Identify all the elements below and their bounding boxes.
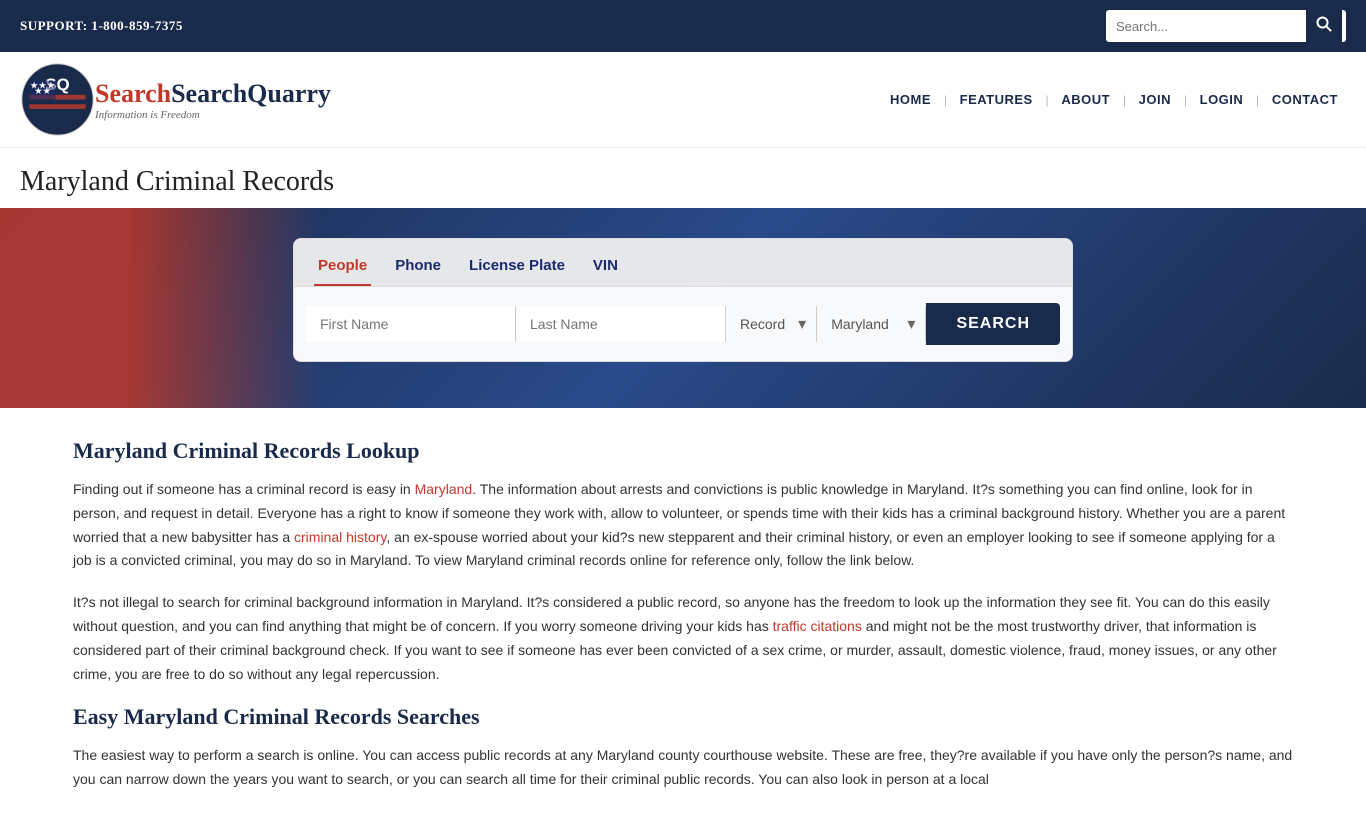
nav-divider-2: | (1046, 92, 1049, 108)
banner-flag-bg (0, 208, 320, 408)
nav-divider-3: | (1123, 92, 1126, 108)
nav-bar: SQ ★★ ★★★ SearchSearchQuarry Information… (0, 52, 1366, 148)
tab-people[interactable]: People (314, 251, 371, 286)
nav-contact[interactable]: CONTACT (1264, 87, 1346, 112)
logo-text: SearchSearchQuarry Information is Freedo… (95, 79, 331, 121)
nav-login[interactable]: LOGIN (1192, 87, 1252, 112)
top-search-bar[interactable] (1106, 10, 1346, 42)
search-tabs: People Phone License Plate VIN (293, 238, 1073, 286)
criminal-history-link[interactable]: criminal history (294, 529, 386, 545)
section2-title: Easy Maryland Criminal Records Searches (73, 704, 1293, 730)
support-phone: SUPPORT: 1-800-859-7375 (20, 18, 183, 34)
content-area: Maryland Criminal Records Lookup Finding… (53, 408, 1313, 840)
maryland-link1[interactable]: Maryland (415, 481, 473, 497)
page-title-area: Maryland Criminal Records (0, 148, 1366, 208)
record-type-wrapper[interactable]: Record Type Criminal Arrest Conviction (726, 306, 817, 342)
top-bar: SUPPORT: 1-800-859-7375 (0, 0, 1366, 52)
svg-text:★★★: ★★★ (30, 80, 55, 90)
record-type-select[interactable]: Record Type Criminal Arrest Conviction (726, 306, 816, 342)
page-title: Maryland Criminal Records (20, 166, 1346, 198)
nav-divider-5: | (1256, 92, 1259, 108)
nav-features[interactable]: FEATURES (952, 87, 1041, 112)
logo-brand: SearchSearchQuarry (95, 79, 331, 109)
nav-divider-1: | (944, 92, 947, 108)
nav-home[interactable]: HOME (882, 87, 939, 112)
section1-title: Maryland Criminal Records Lookup (73, 438, 1293, 464)
section1-paragraph2: It?s not illegal to search for criminal … (73, 591, 1293, 686)
tab-phone[interactable]: Phone (391, 251, 445, 286)
last-name-input[interactable] (516, 306, 726, 342)
section1-paragraph1: Finding out if someone has a criminal re… (73, 478, 1293, 573)
first-name-input[interactable] (306, 306, 516, 342)
tab-license-plate[interactable]: License Plate (465, 251, 569, 286)
logo-tagline: Information is Freedom (95, 109, 331, 121)
all-states-select[interactable]: All States Alabama Alaska Arizona Maryla… (817, 306, 925, 342)
nav-about[interactable]: ABOUT (1053, 87, 1118, 112)
top-search-button[interactable] (1306, 10, 1342, 42)
logo-area: SQ ★★ ★★★ SearchSearchQuarry Information… (20, 62, 331, 137)
nav-join[interactable]: JOIN (1131, 87, 1179, 112)
nav-divider-4: | (1184, 92, 1187, 108)
search-button[interactable]: SEARCH (926, 303, 1060, 345)
top-search-input[interactable] (1106, 13, 1306, 40)
search-widget: People Phone License Plate VIN Record Ty… (293, 238, 1073, 362)
main-nav: HOME | FEATURES | ABOUT | JOIN | LOGIN |… (882, 87, 1346, 112)
traffic-citations-link[interactable]: traffic citations (773, 618, 862, 634)
logo-icon: SQ ★★ ★★★ (20, 62, 95, 137)
banner: People Phone License Plate VIN Record Ty… (0, 208, 1366, 408)
section2-paragraph1: The easiest way to perform a search is o… (73, 744, 1293, 792)
tab-vin[interactable]: VIN (589, 251, 622, 286)
search-form: Record Type Criminal Arrest Conviction A… (293, 286, 1073, 362)
all-states-wrapper[interactable]: All States Alabama Alaska Arizona Maryla… (817, 306, 926, 342)
